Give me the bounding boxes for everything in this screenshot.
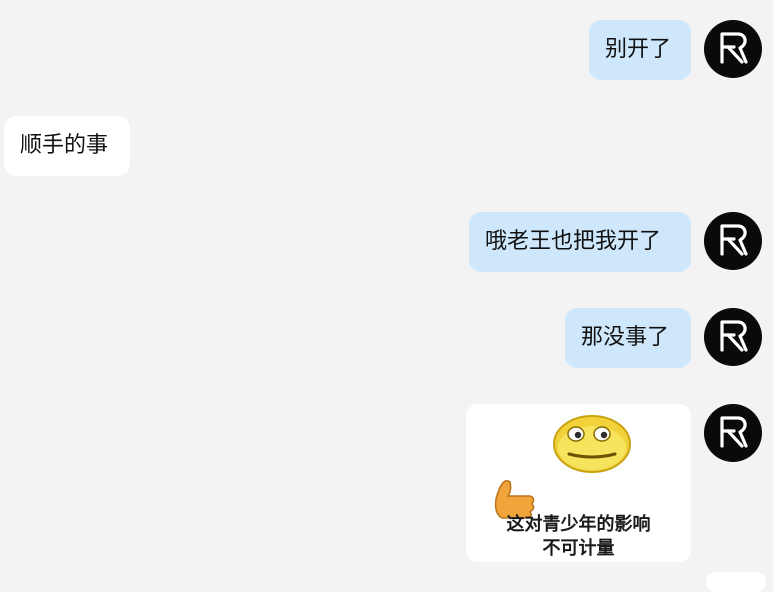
fr-monogram-icon — [720, 416, 748, 448]
fr-monogram-icon — [720, 224, 748, 256]
avatar[interactable] — [704, 212, 762, 270]
avatar[interactable] — [704, 404, 762, 462]
sticker-message[interactable]: 这对青少年的影响 不可计量 — [466, 404, 691, 562]
avatar[interactable] — [704, 308, 762, 366]
message-bubble-mine[interactable]: 那没事了 — [565, 308, 691, 368]
sticker-caption-line-1: 这对青少年的影响 — [506, 514, 651, 535]
fr-monogram-icon — [720, 32, 748, 64]
sticker-caption-line-2: 不可计量 — [542, 538, 615, 559]
message-bubble-mine[interactable]: 别开了 — [589, 20, 691, 80]
message-bubble-partial — [706, 572, 766, 592]
message-bubble-other[interactable]: 顺手的事 — [4, 116, 130, 176]
message-bubble-mine[interactable]: 哦老王也把我开了 — [469, 212, 691, 272]
fr-monogram-icon — [720, 320, 748, 352]
avatar[interactable] — [704, 20, 762, 78]
